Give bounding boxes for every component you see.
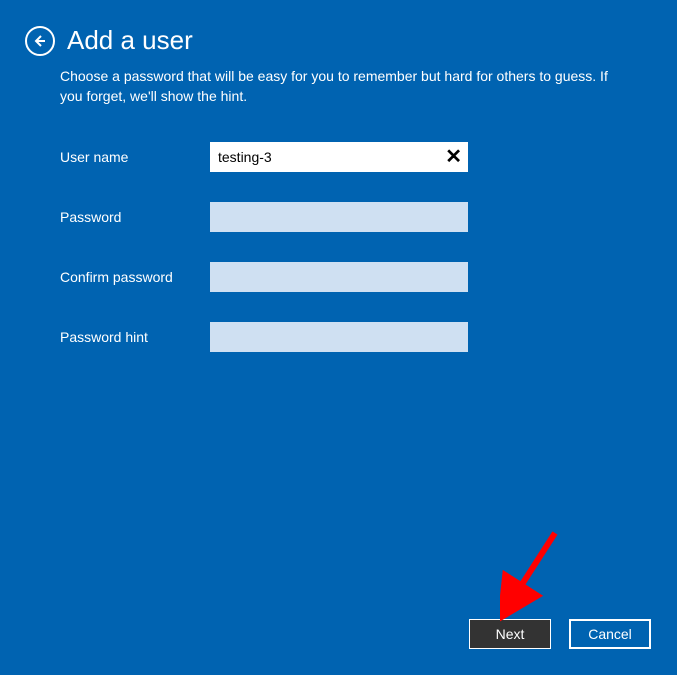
password-input[interactable]: [210, 202, 468, 232]
next-button[interactable]: Next: [469, 619, 551, 649]
back-arrow-icon: [33, 34, 47, 48]
confirm-password-label: Confirm password: [60, 269, 210, 285]
password-hint-input[interactable]: [210, 322, 468, 352]
back-button[interactable]: [25, 26, 55, 56]
page-subtitle: Choose a password that will be easy for …: [0, 66, 677, 107]
page-title: Add a user: [67, 25, 193, 56]
password-hint-label: Password hint: [60, 329, 210, 345]
annotation-arrow-icon: [500, 528, 570, 628]
add-user-form: User name ✕ Password Confirm password Pa…: [0, 107, 677, 352]
confirm-password-input[interactable]: [210, 262, 468, 292]
password-label: Password: [60, 209, 210, 225]
clear-icon[interactable]: ✕: [445, 147, 462, 167]
username-label: User name: [60, 149, 210, 165]
username-input[interactable]: [210, 142, 468, 172]
cancel-button[interactable]: Cancel: [569, 619, 651, 649]
